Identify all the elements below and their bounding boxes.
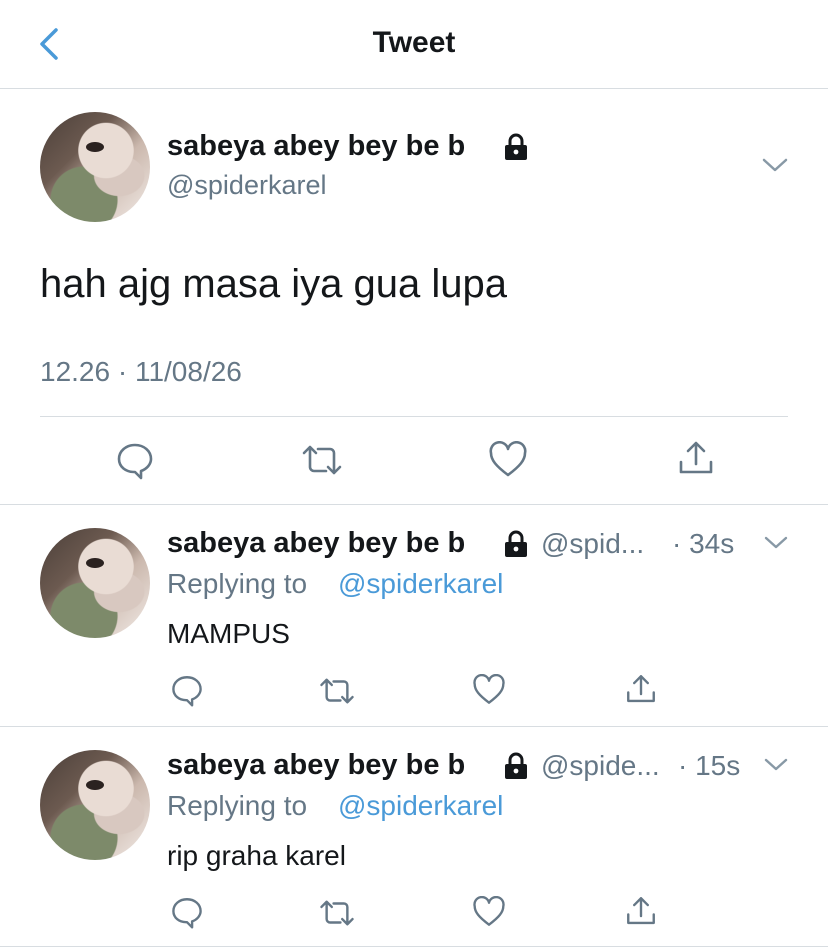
replying-to-label: Replying to [167,568,308,599]
replying-to-link[interactable]: @spiderkarel [338,790,503,822]
like-button[interactable] [472,674,506,706]
avatar[interactable] [40,112,150,222]
chevron-down-icon [764,758,788,771]
reply-author-name[interactable]: sabeya abey bey be b [167,527,465,560]
heart-icon [473,674,505,704]
reply-author-handle[interactable]: @spide... [541,750,660,782]
divider [0,946,828,947]
reply-time: · 34s [672,528,735,559]
retweet-icon [320,678,354,704]
replying-to-label: Replying to [167,790,308,821]
like-button[interactable] [472,896,506,928]
heart-icon [473,896,505,926]
reply-text: MAMPUS [167,618,290,649]
heart-icon [489,441,527,477]
share-icon [679,441,713,474]
author-display-name[interactable]: sabeya abey bey be b [167,130,465,163]
reply-icon [172,898,202,929]
lock-icon [502,133,530,161]
reply-text: rip graha karel [167,840,346,871]
divider [0,504,828,505]
share-icon [627,897,655,925]
reply-icon [117,443,153,480]
reply-time: · 15s [678,750,741,781]
share-icon [627,675,655,703]
retweet-button[interactable] [300,442,344,478]
more-options-button[interactable] [762,756,790,774]
chevron-down-icon [762,158,788,172]
more-options-button[interactable] [760,155,790,175]
page-title: Tweet [372,26,456,59]
tweet-text: hah ajg masa iya gua lupa [40,262,507,306]
reply-author-name[interactable]: sabeya abey bey be b [167,749,465,782]
avatar[interactable] [40,750,150,860]
divider [40,416,788,417]
author-handle[interactable]: @spiderkarel [167,170,326,201]
share-button[interactable] [624,894,658,928]
lock-icon [502,752,530,780]
retweet-button[interactable] [318,897,356,929]
divider [0,726,828,727]
reply-button[interactable] [170,673,204,707]
share-button[interactable] [676,438,716,478]
retweet-button[interactable] [318,675,356,707]
reply-icon [172,676,202,707]
replying-to-link[interactable]: @spiderkarel [338,568,503,600]
chevron-down-icon [764,536,788,549]
retweet-icon [320,900,354,926]
reply-author-handle[interactable]: @spid... [541,528,644,560]
like-button[interactable] [488,441,528,479]
retweet-icon [302,445,342,475]
share-button[interactable] [624,672,658,706]
more-options-button[interactable] [762,534,790,552]
lock-icon [502,530,530,558]
avatar[interactable] [40,528,150,638]
reply-button[interactable] [170,895,204,929]
reply-button[interactable] [115,440,155,480]
tweet-timestamp: 12.26 · 11/08/26 [40,356,242,387]
